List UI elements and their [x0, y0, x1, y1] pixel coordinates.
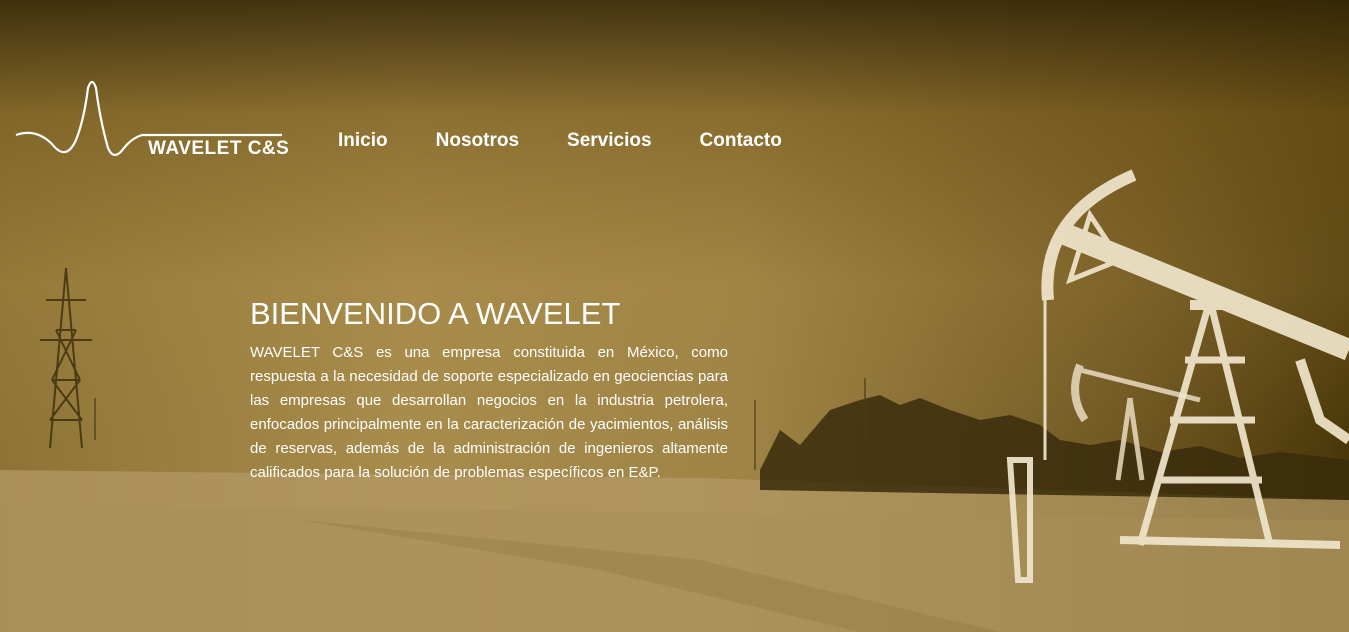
main-nav: Inicio Nosotros Servicios Contacto: [338, 130, 830, 152]
power-tower-image: [40, 267, 92, 449]
welcome-description: WAVELET C&S es una empresa constituida e…: [250, 344, 728, 481]
wavelet-logo[interactable]: WAVELET C&S: [14, 78, 290, 168]
nav-item-nosotros[interactable]: Nosotros: [436, 130, 519, 152]
nav-item-contacto[interactable]: Contacto: [700, 130, 782, 152]
hero-section: WAVELET C&S Inicio Nosotros Servicios Co…: [0, 0, 1349, 632]
nav-item-inicio[interactable]: Inicio: [338, 130, 388, 152]
welcome-title: BIENVENIDO A WAVELET: [250, 296, 621, 331]
nav-item-servicios[interactable]: Servicios: [567, 130, 652, 152]
welcome-section: BIENVENIDO A WAVELET WAVELET C&S es una …: [250, 296, 728, 485]
brand-name: WAVELET C&S: [148, 138, 290, 159]
